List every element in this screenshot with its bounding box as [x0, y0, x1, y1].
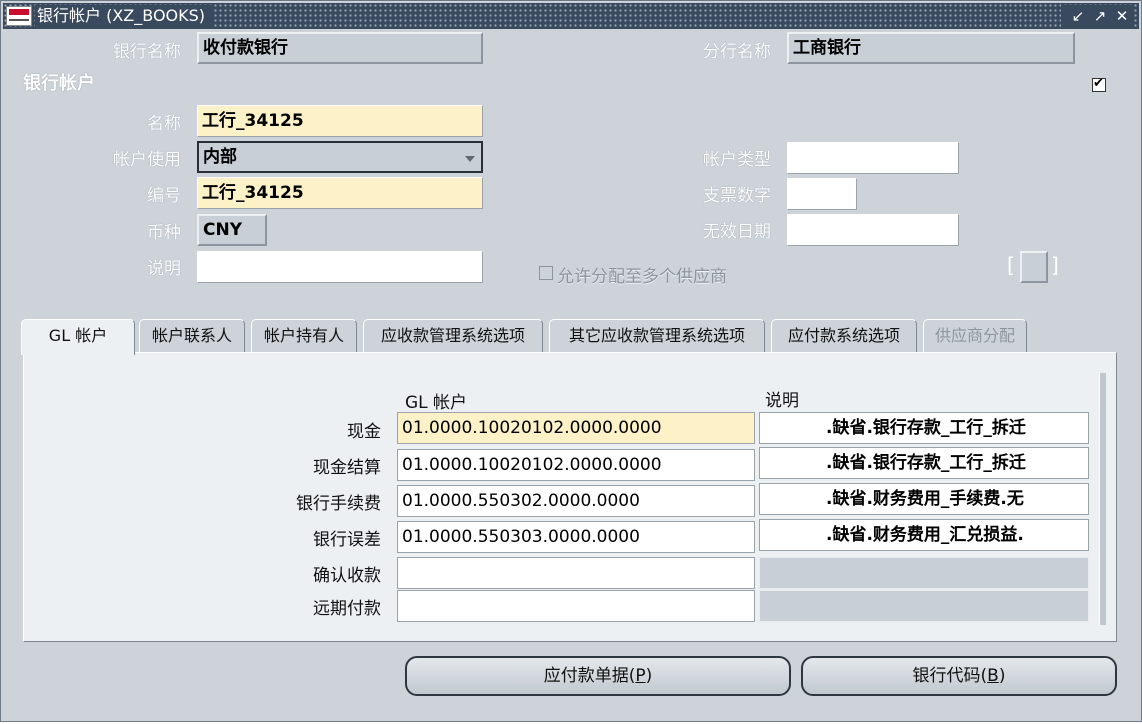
- tab-account-holders[interactable]: 帐户持有人: [251, 319, 357, 353]
- maximize-icon[interactable]: ↗: [1089, 5, 1111, 27]
- tab-gl-accounts[interactable]: GL 帐户: [21, 319, 135, 355]
- gl-account-input[interactable]: [397, 557, 755, 589]
- gl-account-column-header: GL 帐户: [405, 393, 468, 413]
- gl-account-input[interactable]: 01.0000.10020102.0000.0000: [397, 449, 755, 481]
- tab-other-receivables-options[interactable]: 其它应收款管理系统选项: [549, 319, 765, 353]
- account-usage-value: 内部: [203, 147, 237, 167]
- bank-name-label: 银行名称: [113, 42, 181, 62]
- flex-field-bracket-right: ]: [1051, 253, 1059, 277]
- account-name-label: 名称: [147, 114, 181, 134]
- gl-description: .缺省.财务费用_汇兑损益.: [759, 519, 1089, 551]
- branch-name-label: 分行名称: [703, 42, 771, 62]
- panel-scrollbar[interactable]: [1099, 373, 1106, 625]
- currency-field: CNY: [197, 214, 267, 246]
- account-number-label: 编号: [147, 186, 181, 206]
- gl-row-label: 确认收款: [313, 566, 381, 586]
- chevron-down-icon[interactable]: [465, 156, 475, 162]
- oracle-logo-icon: [6, 6, 32, 26]
- bank-account-window: 银行帐户 (XZ_BOOKS) ↙ ↗ ✕ 银行名称 收付款银行 分行名称 工商…: [0, 0, 1142, 722]
- branch-name-field: 工商银行: [787, 32, 1075, 64]
- tab-receivables-options[interactable]: 应收款管理系统选项: [363, 319, 543, 353]
- account-type-input[interactable]: [787, 142, 959, 174]
- title-bar[interactable]: 银行帐户 (XZ_BOOKS) ↙ ↗ ✕: [3, 3, 1139, 29]
- account-usage-label: 帐户使用: [113, 150, 181, 170]
- flex-field-bracket-left: [: [1007, 253, 1015, 277]
- gl-description: .缺省.银行存款_工行_拆迁: [759, 447, 1089, 479]
- account-type-label: 帐户类型: [703, 150, 771, 170]
- multi-supplier-checkbox[interactable]: [539, 266, 553, 280]
- gl-description: [759, 557, 1089, 589]
- gl-description: .缺省.银行存款_工行_拆迁: [759, 412, 1089, 444]
- gl-account-input[interactable]: 01.0000.550303.0000.0000: [397, 521, 755, 553]
- bank-codes-button[interactable]: 银行代码(B): [801, 656, 1117, 696]
- bank-account-section-title: 银行帐户: [23, 73, 95, 94]
- payables-documents-button[interactable]: 应付款单据(P): [405, 656, 791, 696]
- inactive-date-label: 无效日期: [703, 222, 771, 242]
- multi-supplier-label: 允许分配至多个供应商: [557, 267, 727, 287]
- section-checkbox[interactable]: [1092, 76, 1106, 92]
- tab-account-contacts[interactable]: 帐户联系人: [139, 319, 245, 353]
- account-name-input[interactable]: 工行_34125: [197, 105, 483, 137]
- gl-description: [759, 590, 1089, 622]
- gl-row-label: 银行误差: [313, 530, 381, 550]
- gl-description: .缺省.财务费用_手续费.无: [759, 483, 1089, 515]
- inactive-date-input[interactable]: [787, 214, 959, 246]
- window-controls: ↙ ↗ ✕: [1061, 5, 1133, 27]
- gl-row-label: 现金结算: [313, 458, 381, 478]
- tab-supplier-assignment: 供应商分配: [923, 319, 1027, 353]
- check-digits-input[interactable]: [787, 178, 857, 210]
- gl-account-input[interactable]: 01.0000.10020102.0000.0000: [397, 412, 755, 444]
- check-digits-label: 支票数字: [703, 186, 771, 206]
- descriptive-flexfield[interactable]: [1020, 251, 1048, 283]
- close-icon[interactable]: ✕: [1111, 5, 1133, 27]
- gl-row-label: 银行手续费: [296, 494, 381, 514]
- minimize-icon[interactable]: ↙: [1067, 5, 1089, 27]
- bank-name-field: 收付款银行: [197, 32, 483, 64]
- account-usage-select[interactable]: 内部: [197, 141, 483, 173]
- description-label: 说明: [147, 259, 181, 279]
- gl-account-input[interactable]: [397, 590, 755, 622]
- description-column-header: 说明: [765, 391, 799, 411]
- description-input[interactable]: [197, 251, 483, 283]
- gl-account-input[interactable]: 01.0000.550302.0000.0000: [397, 485, 755, 517]
- gl-row-label: 远期付款: [313, 599, 381, 619]
- window-title: 银行帐户 (XZ_BOOKS): [35, 5, 214, 27]
- gl-row-label: 现金: [347, 422, 381, 442]
- tab-payables-options[interactable]: 应付款系统选项: [771, 319, 917, 353]
- currency-label: 币种: [147, 223, 181, 243]
- account-number-input[interactable]: 工行_34125: [197, 177, 483, 209]
